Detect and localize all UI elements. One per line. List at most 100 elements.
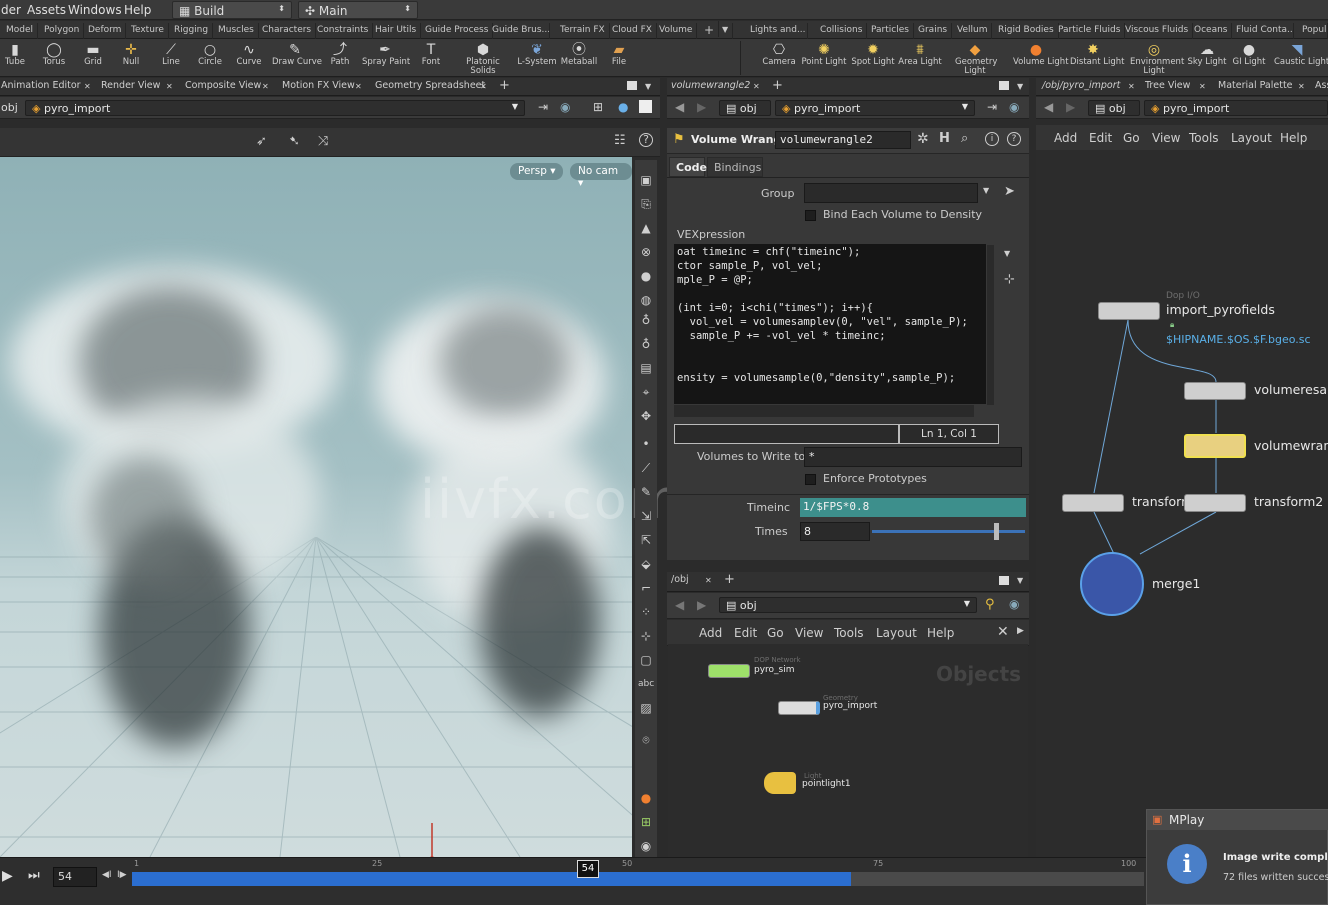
camera-tool[interactable]: ⎔ Camera <box>756 40 802 76</box>
close-icon[interactable]: ✕ <box>262 82 269 91</box>
pin-icon[interactable]: ⇥ <box>538 100 548 114</box>
tab-motion-fx-view[interactable]: Motion FX View <box>282 80 355 91</box>
point-light-tool[interactable]: ✺ Point Light <box>801 40 847 76</box>
point-icon[interactable]: • <box>638 436 654 452</box>
shelf-tab[interactable]: Vellum <box>953 23 993 39</box>
tab-assets[interactable]: Ass <box>1315 80 1328 91</box>
volumeresample-node[interactable] <box>1184 382 1246 400</box>
normals-icon[interactable]: ⇱ <box>638 532 654 548</box>
eye-icon[interactable]: ◉ <box>638 838 654 854</box>
shelf-tab[interactable]: Guide Brus... <box>488 23 550 39</box>
param-path-root[interactable]: ▤ obj <box>719 100 771 116</box>
menu-help[interactable]: Help <box>1280 131 1307 145</box>
shelf-tab[interactable]: Viscous Fluids <box>1121 23 1194 39</box>
forward-icon[interactable]: ▶ <box>697 598 706 612</box>
skip-end-icon[interactable]: ⏭ <box>28 868 40 883</box>
net-path-root[interactable]: ▤ obj <box>1088 100 1140 116</box>
back-icon[interactable]: ◀ <box>1044 100 1053 114</box>
times-slider-handle[interactable] <box>993 523 999 540</box>
chevron-down-icon[interactable]: ▼ <box>718 23 734 39</box>
spot-light-tool[interactable]: ✹ Spot Light <box>850 40 896 76</box>
import-pyrofields-node[interactable] <box>1098 302 1160 320</box>
back-icon[interactable]: ◀ <box>675 598 684 612</box>
menu-add[interactable]: Add <box>1054 131 1077 145</box>
chevron-down-icon[interactable]: ▼ <box>1017 82 1023 91</box>
forward-icon[interactable]: ▶ <box>697 100 706 114</box>
platonic-tool[interactable]: ⬢ Platonic Solids <box>460 40 506 76</box>
settings-icon[interactable]: ☷ <box>614 133 626 148</box>
menu-view[interactable]: View <box>795 626 823 640</box>
vex-code-editor[interactable]: oat timeinc = chf("timeinc"); ctor sampl… <box>674 244 986 404</box>
shelf-tab[interactable]: Particles <box>867 23 914 39</box>
background-icon[interactable] <box>639 100 652 113</box>
chevron-down-icon[interactable]: ▼ <box>1004 249 1010 258</box>
code-scrollbar[interactable] <box>987 245 994 405</box>
volumes-field[interactable]: * <box>804 447 1022 467</box>
menu-help[interactable]: Help <box>927 626 954 640</box>
square-icon[interactable]: ▢ <box>638 652 654 668</box>
step-forward-icon[interactable]: I▶ <box>117 870 127 880</box>
transform-icon[interactable]: ✥ <box>638 408 654 424</box>
menu-item[interactable]: der <box>1 3 21 17</box>
chevron-down-icon[interactable]: ▼ <box>983 186 989 195</box>
sky-light-tool[interactable]: ☁ Sky Light <box>1184 40 1230 76</box>
close-icon[interactable]: ✕ <box>705 576 712 585</box>
shelf-tab[interactable]: Model <box>2 23 39 39</box>
spray-paint-tool[interactable]: ✒ Spray Paint <box>362 40 410 76</box>
light-icon[interactable]: ♁ <box>638 312 654 328</box>
link-icon[interactable]: ◉ <box>1009 100 1019 114</box>
close-icon[interactable]: ⊗ <box>638 244 654 260</box>
param-path-node[interactable]: ◈ pyro_import ▼ <box>775 100 975 116</box>
light-link-icon[interactable]: ♁ <box>638 336 654 352</box>
menu-go[interactable]: Go <box>1123 131 1140 145</box>
persp-menu[interactable]: Persp ▾ <box>510 163 564 180</box>
add-tab-icon[interactable]: + <box>499 78 510 93</box>
pin-icon[interactable]: ⚲ <box>985 597 995 612</box>
close-icon[interactable]: ✕ <box>355 82 362 91</box>
image-icon[interactable]: ▨ <box>638 700 654 716</box>
timeline-track[interactable] <box>132 872 1144 886</box>
hda-icon[interactable]: H <box>939 131 950 146</box>
camera-menu[interactable]: No cam ▾ <box>570 163 632 189</box>
tab-material-palette[interactable]: Material Palette <box>1218 80 1293 91</box>
enforce-prototypes-checkbox[interactable] <box>805 474 816 485</box>
tab-volumewrangle2[interactable]: volumewrangle2 <box>671 80 750 91</box>
expand-icon[interactable]: ⊹ <box>1004 272 1015 287</box>
gi-light-tool[interactable]: ● GI Light <box>1226 40 1272 76</box>
close-icon[interactable]: ✕ <box>1298 82 1305 91</box>
chevron-down-icon[interactable]: ▼ <box>645 82 651 91</box>
tab-code[interactable]: Code <box>669 157 707 177</box>
timeinc-field[interactable]: 1/$FPS*0.8 <box>800 498 1026 517</box>
times-slider-track[interactable] <box>872 530 1025 533</box>
maximize-icon[interactable] <box>627 81 637 90</box>
caustic-light-tool[interactable]: ◥ Caustic Light <box>1274 40 1328 76</box>
shelf-tab[interactable]: Volume <box>655 23 698 39</box>
vector-icon[interactable]: ⇲ <box>638 508 654 524</box>
display-icon[interactable]: ⊞ <box>593 100 603 114</box>
current-frame-field[interactable]: 54 <box>53 867 97 887</box>
menu-edit[interactable]: Edit <box>734 626 757 640</box>
obj-network-editor[interactable]: Objects DOP Network pyro_sim Geometry py… <box>668 644 1028 858</box>
tab-geometry-spreadsheet[interactable]: Geometry Spreadsheet <box>375 80 485 91</box>
lock-icon[interactable]: ▲ <box>638 220 654 236</box>
code-hscrollbar[interactable] <box>674 405 974 417</box>
gear-icon[interactable]: ✲ <box>917 131 929 147</box>
shelf-tab[interactable]: Terrain FX <box>556 23 610 39</box>
net-path-node[interactable]: ◈ pyro_import <box>1144 100 1328 116</box>
text-icon[interactable]: abc <box>638 676 654 692</box>
maximize-icon[interactable] <box>999 81 1009 90</box>
menu-go[interactable]: Go <box>767 626 784 640</box>
chevron-down-icon[interactable]: ▼ <box>1017 576 1023 585</box>
tab-render-view[interactable]: Render View <box>101 80 160 91</box>
close-icon[interactable]: ✕ <box>480 82 487 91</box>
lsystem-tool[interactable]: ❦ L-System <box>514 40 560 76</box>
warning-icon[interactable]: ● <box>638 790 654 806</box>
tab-tree-view[interactable]: Tree View <box>1145 80 1190 91</box>
shading-icon[interactable]: ● <box>618 100 628 114</box>
volume-light-tool[interactable]: ● Volume Light <box>1013 40 1069 76</box>
shelf-tab[interactable]: Hair Utils <box>371 23 422 39</box>
select-icon[interactable]: ➶ <box>256 134 267 149</box>
font-tool[interactable]: T Font <box>408 40 454 76</box>
transform2-node[interactable] <box>1184 494 1246 512</box>
help-icon[interactable]: ? <box>1007 132 1021 146</box>
